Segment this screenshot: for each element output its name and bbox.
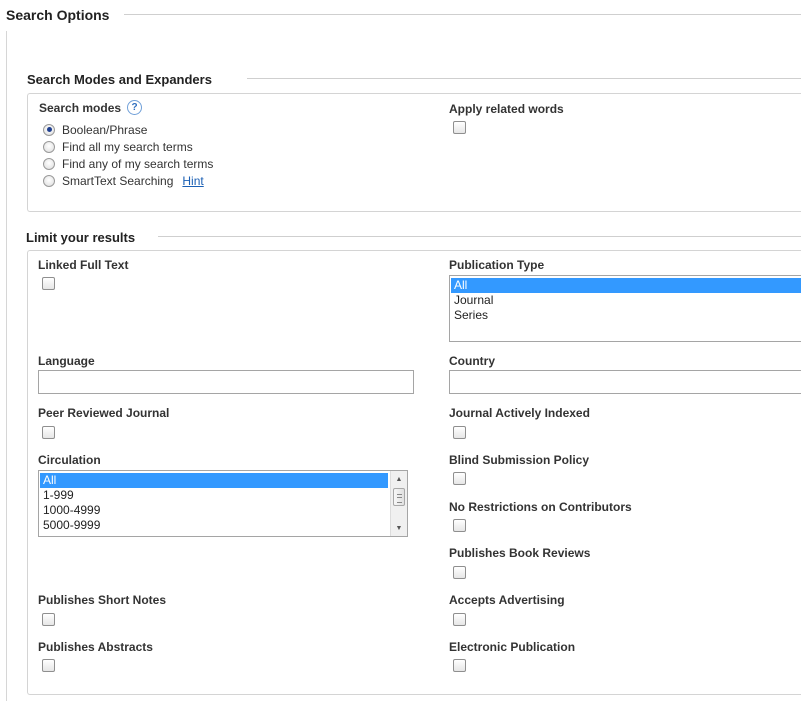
circulation-label: Circulation (38, 453, 101, 467)
scroll-down-arrow-icon[interactable]: ▼ (391, 520, 407, 536)
abstracts-label: Publishes Abstracts (38, 640, 153, 654)
circulation-option[interactable]: 5000-9999 (40, 518, 388, 533)
country-input[interactable] (449, 370, 801, 394)
circulation-option[interactable]: 1-999 (40, 488, 388, 503)
electronic-publication-checkbox[interactable] (453, 659, 466, 672)
outer-frame-line (6, 31, 7, 701)
linked-full-text-label: Linked Full Text (38, 258, 129, 272)
circulation-scrollbar[interactable]: ▲ ▼ (390, 471, 407, 536)
actively-indexed-label: Journal Actively Indexed (449, 406, 590, 420)
apply-related-words-label: Apply related words (449, 102, 564, 116)
book-reviews-label: Publishes Book Reviews (449, 546, 591, 560)
title-divider (124, 14, 801, 15)
accepts-advertising-checkbox[interactable] (453, 613, 466, 626)
publication-type-option[interactable]: All (451, 278, 801, 293)
no-restrictions-label: No Restrictions on Contributors (449, 500, 632, 514)
circulation-listbox[interactable]: All 1-999 1000-4999 5000-9999 ▲ ▼ (38, 470, 408, 537)
mode-boolean-phrase[interactable]: Boolean/Phrase (43, 121, 213, 138)
country-label: Country (449, 354, 495, 368)
help-icon[interactable]: ? (127, 100, 143, 115)
book-reviews-checkbox[interactable] (453, 566, 466, 579)
blind-submission-checkbox[interactable] (453, 472, 466, 485)
modes-section-divider (247, 78, 801, 79)
mode-label: SmartText Searching (62, 173, 174, 188)
language-label: Language (38, 354, 95, 368)
radio-find-all[interactable] (43, 140, 55, 153)
search-modes-label: Search modes (39, 100, 122, 115)
mode-smarttext[interactable]: SmartText Searching Hint (43, 172, 213, 189)
page-title: Search Options (6, 7, 110, 23)
electronic-publication-label: Electronic Publication (449, 640, 576, 654)
publication-type-label: Publication Type (449, 258, 545, 272)
scroll-thumb[interactable] (393, 488, 405, 506)
mode-find-all[interactable]: Find all my search terms (43, 138, 213, 155)
publication-type-option[interactable]: Journal (451, 293, 801, 308)
blind-submission-label: Blind Submission Policy (449, 453, 590, 467)
modes-section-title: Search Modes and Expanders (27, 72, 212, 87)
mode-label: Find any of my search terms (62, 156, 214, 171)
circulation-option[interactable]: 1000-4999 (40, 503, 388, 518)
apply-related-words-checkbox[interactable] (453, 121, 466, 134)
accepts-advertising-label: Accepts Advertising (449, 593, 565, 607)
no-restrictions-checkbox[interactable] (453, 519, 466, 532)
publication-type-listbox[interactable]: All Journal Series (449, 275, 801, 342)
radio-boolean-phrase[interactable] (43, 123, 55, 136)
abstracts-checkbox[interactable] (42, 659, 55, 672)
limits-section-divider (158, 236, 801, 237)
actively-indexed-checkbox[interactable] (453, 426, 466, 439)
radio-find-any[interactable] (43, 157, 55, 170)
mode-label: Find all my search terms (62, 139, 193, 154)
mode-find-any[interactable]: Find any of my search terms (43, 155, 213, 172)
peer-reviewed-checkbox[interactable] (42, 426, 55, 439)
search-modes-heading: Search modes ? (39, 100, 143, 115)
scroll-up-arrow-icon[interactable]: ▲ (391, 471, 407, 487)
mode-label: Boolean/Phrase (62, 122, 148, 137)
radio-smarttext[interactable] (43, 174, 55, 187)
linked-full-text-checkbox[interactable] (42, 277, 55, 290)
limits-section-title: Limit your results (26, 230, 136, 245)
hint-link[interactable]: Hint (182, 174, 203, 188)
short-notes-label: Publishes Short Notes (38, 593, 167, 607)
short-notes-checkbox[interactable] (42, 613, 55, 626)
language-input[interactable] (38, 370, 414, 394)
peer-reviewed-label: Peer Reviewed Journal (38, 406, 170, 420)
publication-type-option[interactable]: Series (451, 308, 801, 323)
circulation-option[interactable]: All (40, 473, 388, 488)
search-modes-radio-group: Boolean/Phrase Find all my search terms … (43, 121, 213, 189)
